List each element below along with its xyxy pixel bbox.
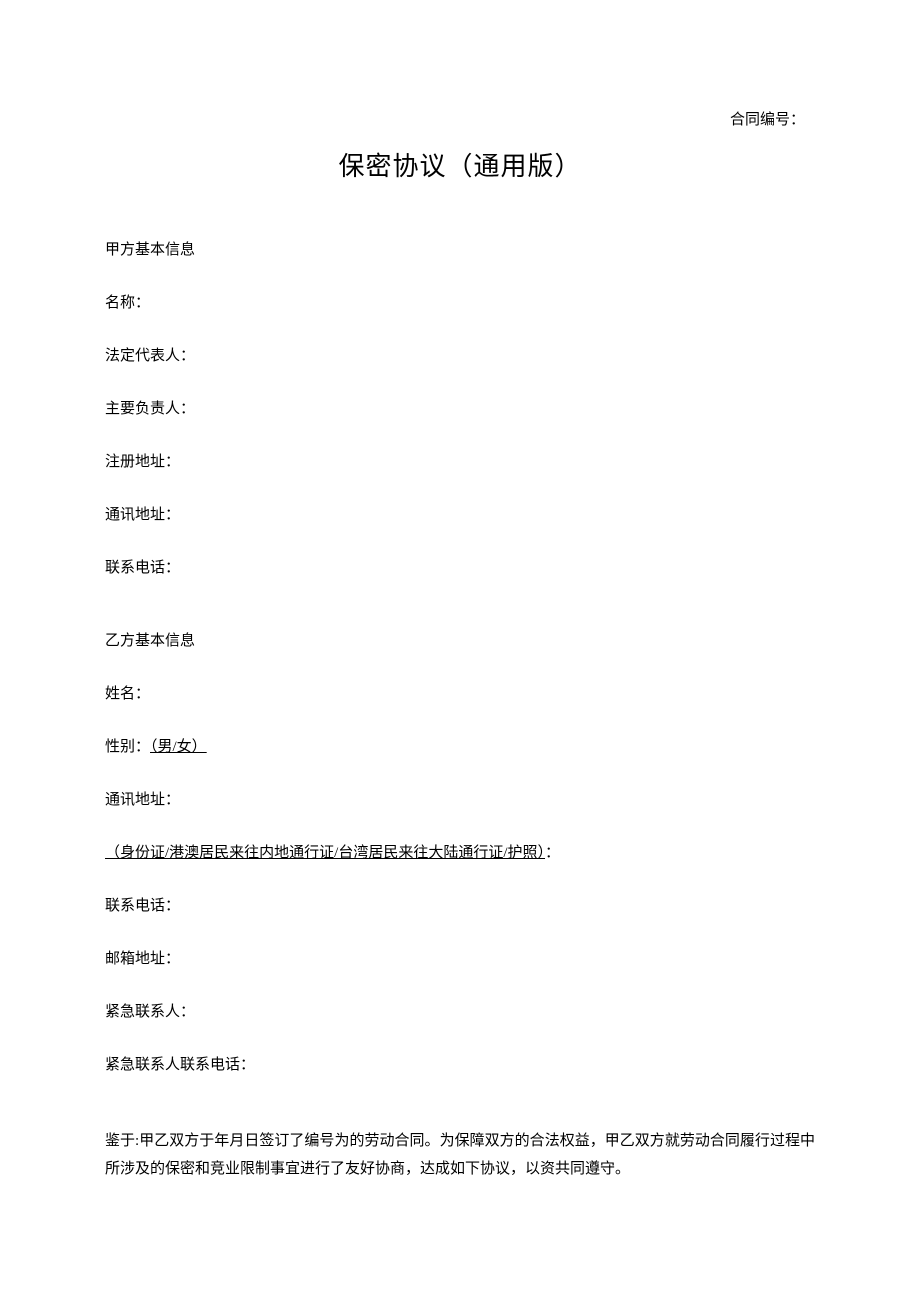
party-b-emergency-contact-label: 紧急联系人： <box>105 1002 815 1023</box>
party-b-gender-label: 性别： <box>105 739 150 755</box>
party-a-name-label: 名称： <box>105 293 815 314</box>
party-b-gender-row: 性别：（男/女） <box>105 737 815 758</box>
party-b-section-label: 乙方基本信息 <box>105 631 815 652</box>
recital-paragraph: 鉴于:甲乙双方于年月日签订了编号为的劳动合同。为保障双方的合法权益，甲乙双方就劳… <box>105 1128 815 1184</box>
party-a-reg-address-label: 注册地址： <box>105 452 815 473</box>
party-b-emergency-phone-label: 紧急联系人联系电话： <box>105 1055 815 1076</box>
party-a-phone-label: 联系电话： <box>105 558 815 579</box>
party-a-section-label: 甲方基本信息 <box>105 240 815 261</box>
party-b-mail-address-label: 通讯地址： <box>105 790 815 811</box>
party-b-email-label: 邮箱地址： <box>105 949 815 970</box>
contract-number-label: 合同编号： <box>105 110 815 131</box>
party-b-gender-value: （男/女） <box>150 739 207 755</box>
party-a-principal-label: 主要负责人： <box>105 399 815 420</box>
party-b-phone-label: 联系电话： <box>105 896 815 917</box>
party-b-id-row: （身份证/港澳居民来往内地通行证/台湾居民来往大陆通行证/护照）： <box>105 843 815 864</box>
party-a-mail-address-label: 通讯地址： <box>105 505 815 526</box>
document-page: 合同编号： 保密协议（通用版） 甲方基本信息 名称： 法定代表人： 主要负责人：… <box>0 0 920 1184</box>
party-b-id-label: （身份证/港澳居民来往内地通行证/台湾居民来往大陆通行证/护照） <box>105 845 545 861</box>
party-a-legal-rep-label: 法定代表人： <box>105 346 815 367</box>
party-b-name-label: 姓名： <box>105 684 815 705</box>
document-title: 保密协议（通用版） <box>105 149 815 185</box>
party-b-id-colon: ： <box>545 845 560 861</box>
